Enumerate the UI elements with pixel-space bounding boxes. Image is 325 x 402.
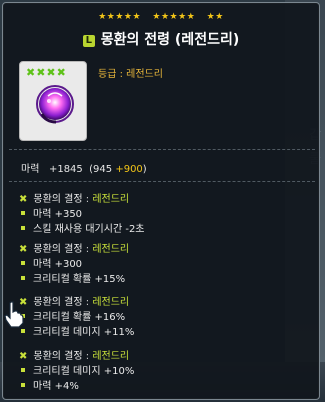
- bullet-icon: [21, 329, 25, 333]
- option-title: 몽환의 결정: [33, 351, 83, 362]
- bullet-icon: [21, 226, 25, 230]
- item-grade: 등급 : 레전드리: [98, 69, 163, 80]
- option-line: 마력 +300: [19, 257, 309, 272]
- item-title: L 몽환의 전령 (레전드리): [3, 31, 319, 49]
- option-block: ✖ 몽환의 결정 : 레전드리 크리티컬 데미지 +10% 마력 +4%: [19, 350, 309, 394]
- option-text: 스킬 재사용 대기시간 -2초: [33, 224, 145, 235]
- option-block: ✖ 몽환의 결정 : 레전드리 마력 +300 크리티컬 확률 +15%: [19, 243, 309, 287]
- cross-icon: ✖: [19, 351, 28, 362]
- option-header: ✖ 몽환의 결정 : 레전드리: [19, 296, 309, 310]
- star-group: ★★: [206, 12, 224, 22]
- option-line: 마력 +350: [19, 207, 309, 222]
- option-grade: 레전드리: [92, 194, 130, 205]
- option-separator: :: [82, 351, 93, 362]
- stat-total: +1845: [48, 164, 83, 175]
- purple-dream-emblem-icon: [36, 85, 74, 124]
- option-text: 마력 +300: [33, 259, 83, 270]
- bullet-icon: [21, 211, 25, 215]
- option-text: 크리티컬 확률 +16%: [33, 312, 126, 323]
- magic-attack-stat: 마력 +1845 (945 +900): [21, 160, 147, 175]
- stat-bonus: +900: [115, 164, 143, 175]
- option-text: 크리티컬 데미지 +10%: [33, 366, 135, 377]
- potential-marks: ✖✖✖✖: [26, 66, 67, 79]
- divider: [9, 181, 315, 182]
- option-block: ✖ 몽환의 결정 : 레전드리 마력 +350 스킬 재사용 대기시간 -2초: [19, 193, 309, 237]
- option-title: 몽환의 결정: [33, 297, 83, 308]
- option-line: 크리티컬 확률 +16%: [19, 310, 309, 325]
- stat-close: ): [142, 164, 147, 175]
- option-grade: 레전드리: [92, 244, 130, 255]
- option-block: ✖ 몽환의 결정 : 레전드리 크리티컬 확률 +16% 크리티컬 데미지 +11…: [19, 296, 309, 340]
- bullet-icon: [21, 383, 25, 387]
- bullet-icon: [21, 276, 25, 280]
- item-icon-frame: ✖✖✖✖: [19, 61, 87, 141]
- hand-pointer-icon: [4, 301, 24, 328]
- option-line: 크리티컬 데미지 +11%: [19, 325, 309, 340]
- option-title: 몽환의 결정: [33, 244, 83, 255]
- option-line: 마력 +4%: [19, 379, 309, 394]
- option-text: 크리티컬 데미지 +11%: [33, 327, 135, 338]
- option-separator: :: [82, 194, 93, 205]
- option-text: 마력 +4%: [33, 381, 79, 392]
- legendary-badge: L: [82, 35, 95, 47]
- option-line: 스킬 재사용 대기시간 -2초: [19, 222, 309, 237]
- option-text: 마력 +350: [33, 209, 83, 220]
- divider: [9, 149, 315, 150]
- stat-label: 마력: [21, 164, 40, 175]
- star-group: ★★★★★: [152, 12, 196, 22]
- stat-base: (945: [89, 164, 113, 175]
- option-grade: 레전드리: [92, 351, 130, 362]
- option-line: 크리티컬 확률 +15%: [19, 272, 309, 287]
- star-group: ★★★★★: [98, 12, 142, 22]
- option-header: ✖ 몽환의 결정 : 레전드리: [19, 243, 309, 257]
- option-header: ✖ 몽환의 결정 : 레전드리: [19, 193, 309, 207]
- cross-icon: ✖: [19, 244, 28, 255]
- bullet-icon: [21, 261, 25, 265]
- cross-icon: ✖: [19, 194, 28, 205]
- star-force-stars: ★★★★★ ★★★★★ ★★: [3, 11, 319, 23]
- bullet-icon: [21, 368, 25, 372]
- option-header: ✖ 몽환의 결정 : 레전드리: [19, 350, 309, 364]
- option-grade: 레전드리: [92, 297, 130, 308]
- option-separator: :: [82, 297, 93, 308]
- item-tooltip: ★★★★★ ★★★★★ ★★ L 몽환의 전령 (레전드리) ✖✖✖✖ 등급 : …: [2, 2, 320, 400]
- option-title: 몽환의 결정: [33, 194, 83, 205]
- option-text: 크리티컬 확률 +15%: [33, 274, 126, 285]
- item-name: 몽환의 전령 (레전드리): [100, 32, 240, 48]
- option-line: 크리티컬 데미지 +10%: [19, 364, 309, 379]
- option-separator: :: [82, 244, 93, 255]
